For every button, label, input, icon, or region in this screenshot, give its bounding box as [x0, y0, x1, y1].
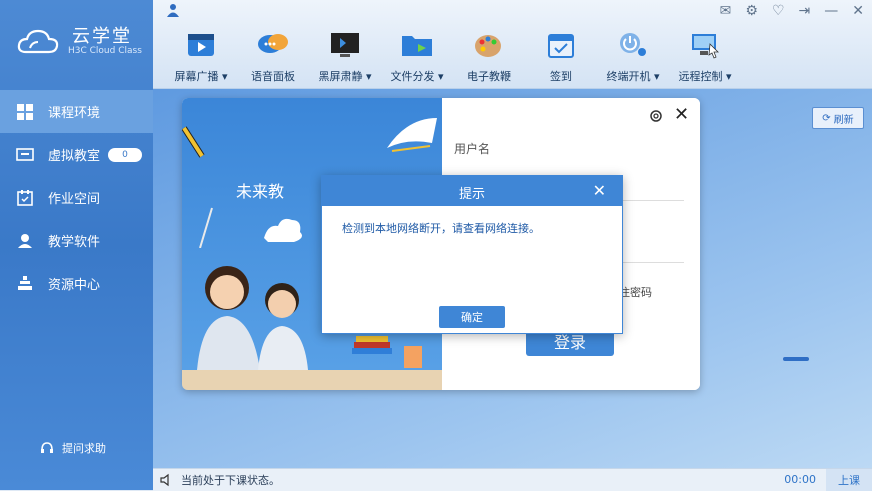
- app-subtitle: H3C Cloud Class: [68, 46, 142, 56]
- blackscreen-icon: [331, 33, 359, 57]
- tool-label: 文件分发 ▾: [390, 70, 444, 83]
- speaker-icon: [160, 473, 169, 487]
- help-button[interactable]: 提问求助: [40, 440, 106, 456]
- tool-row: 屏幕广播 ▾ 语音面板 黑屏肃静 ▾ 文件分发 ▾ 电子教鞭 签到 终端开机 ▾: [165, 30, 741, 84]
- power-icon: [620, 33, 646, 56]
- main-area: ⟳ 刷新 未来教 ✕ 用户名 记住密码 登录 提示 ✕ 检测到本地网络断开，请查…: [153, 89, 872, 468]
- signin-icon: [548, 34, 574, 58]
- tool-label: 黑屏肃静 ▾: [318, 70, 372, 83]
- dialog-title: 提示: [458, 187, 485, 202]
- tool-label: 语音面板: [251, 70, 295, 83]
- sidebar-item-teaching-software[interactable]: 教学软件: [0, 219, 153, 262]
- sidebar-item-homework[interactable]: 作业空间: [0, 176, 153, 219]
- tool-file-distribute[interactable]: 文件分发 ▾: [381, 30, 453, 84]
- tool-e-pointer[interactable]: 电子教鞭: [453, 30, 525, 84]
- user-icon[interactable]: [166, 3, 180, 17]
- paint-icon: [475, 35, 501, 57]
- toolbar: ✉ ⚙ ♡ ⇥ — ✕ 屏幕广播 ▾ 语音面板 黑屏肃静 ▾ 文件分发 ▾ 电子…: [153, 0, 872, 89]
- sidebar-item-resource-center[interactable]: 资源中心: [0, 262, 153, 305]
- voice-icon: [258, 34, 288, 53]
- username-label: 用户名: [454, 142, 491, 156]
- sidebar-item-label: 教学软件: [48, 235, 101, 250]
- close-icon[interactable]: ✕: [674, 104, 689, 125]
- headset-icon: [41, 442, 53, 453]
- minimize-icon[interactable]: —: [824, 3, 838, 19]
- close-icon[interactable]: ✕: [852, 3, 864, 19]
- cloud-logo-icon: [17, 29, 59, 54]
- tool-voice-panel[interactable]: 语音面板: [237, 30, 309, 84]
- windows-icon: [16, 103, 34, 121]
- logout-icon[interactable]: ⇥: [799, 3, 811, 19]
- status-text: 当前处于下课状态。: [181, 474, 280, 487]
- login-card: 未来教 ✕ 用户名 ✓ 记住密码: [182, 98, 700, 390]
- sidebar-nav: 课程环境 虚拟教室 0 作业空间 教学软件 资源中心: [0, 90, 153, 305]
- sidebar-item-label: 作业空间: [48, 192, 101, 207]
- broadcast-icon: [188, 34, 214, 56]
- resource-icon: [16, 275, 34, 293]
- app-logo: 云学堂 H3C Cloud Class: [16, 22, 146, 66]
- ok-button[interactable]: 确定: [439, 306, 505, 328]
- gear-icon[interactable]: [648, 108, 664, 124]
- close-icon[interactable]: ✕: [593, 181, 606, 200]
- refresh-icon: ⟳: [822, 112, 831, 124]
- tool-label: 屏幕广播 ▾: [174, 70, 228, 83]
- classroom-icon: [16, 146, 34, 164]
- alert-dialog: 提示 ✕ 检测到本地网络断开，请查看网络连接。 确定: [321, 175, 623, 334]
- tool-remote-control[interactable]: 远程控制 ▾: [669, 30, 741, 84]
- tool-label: 远程控制 ▾: [678, 70, 732, 83]
- refresh-label: 刷新: [833, 114, 854, 126]
- status-bar: 当前处于下课状态。 00:00 上课: [153, 468, 872, 491]
- window-controls: ✉ ⚙ ♡ ⇥ — ✕: [720, 3, 864, 19]
- software-icon: [16, 232, 34, 250]
- tool-sign-in[interactable]: 签到: [525, 30, 597, 84]
- sidebar-item-label: 课程环境: [48, 106, 101, 121]
- page-indicator[interactable]: [783, 357, 809, 361]
- tool-terminal-power[interactable]: 终端开机 ▾: [597, 30, 669, 84]
- class-timer: 00:00: [784, 473, 816, 486]
- classroom-count-badge: 0: [108, 147, 143, 162]
- help-label: 提问求助: [62, 442, 106, 455]
- sidebar-item-label: 资源中心: [48, 278, 101, 293]
- sidebar: 云学堂 H3C Cloud Class 课程环境 虚拟教室 0 作业空间 教学软…: [0, 0, 153, 490]
- tool-screen-broadcast[interactable]: 屏幕广播 ▾: [165, 30, 237, 84]
- sidebar-item-virtual-classroom[interactable]: 虚拟教室 0: [0, 133, 153, 176]
- tool-black-screen[interactable]: 黑屏肃静 ▾: [309, 30, 381, 84]
- sidebar-item-label: 虚拟教室: [48, 149, 101, 164]
- slogan-text: 未来教: [236, 182, 285, 201]
- shirt-icon[interactable]: ♡: [772, 3, 785, 19]
- start-class-button[interactable]: 上课: [826, 469, 872, 491]
- mail-icon[interactable]: ✉: [720, 3, 732, 19]
- tool-label: 电子教鞭: [467, 70, 511, 83]
- tool-label: 签到: [550, 70, 572, 83]
- refresh-button[interactable]: ⟳ 刷新: [812, 107, 864, 129]
- homework-icon: [16, 189, 34, 207]
- tool-label: 终端开机 ▾: [606, 70, 660, 83]
- dialog-header: 提示 ✕: [322, 176, 622, 206]
- app-title: 云学堂: [72, 26, 132, 47]
- settings-icon[interactable]: ⚙: [745, 3, 758, 19]
- sidebar-item-course-env[interactable]: 课程环境: [0, 90, 153, 133]
- dialog-message: 检测到本地网络断开，请查看网络连接。: [342, 222, 540, 235]
- file-icon: [402, 36, 432, 56]
- remote-icon: [692, 34, 719, 59]
